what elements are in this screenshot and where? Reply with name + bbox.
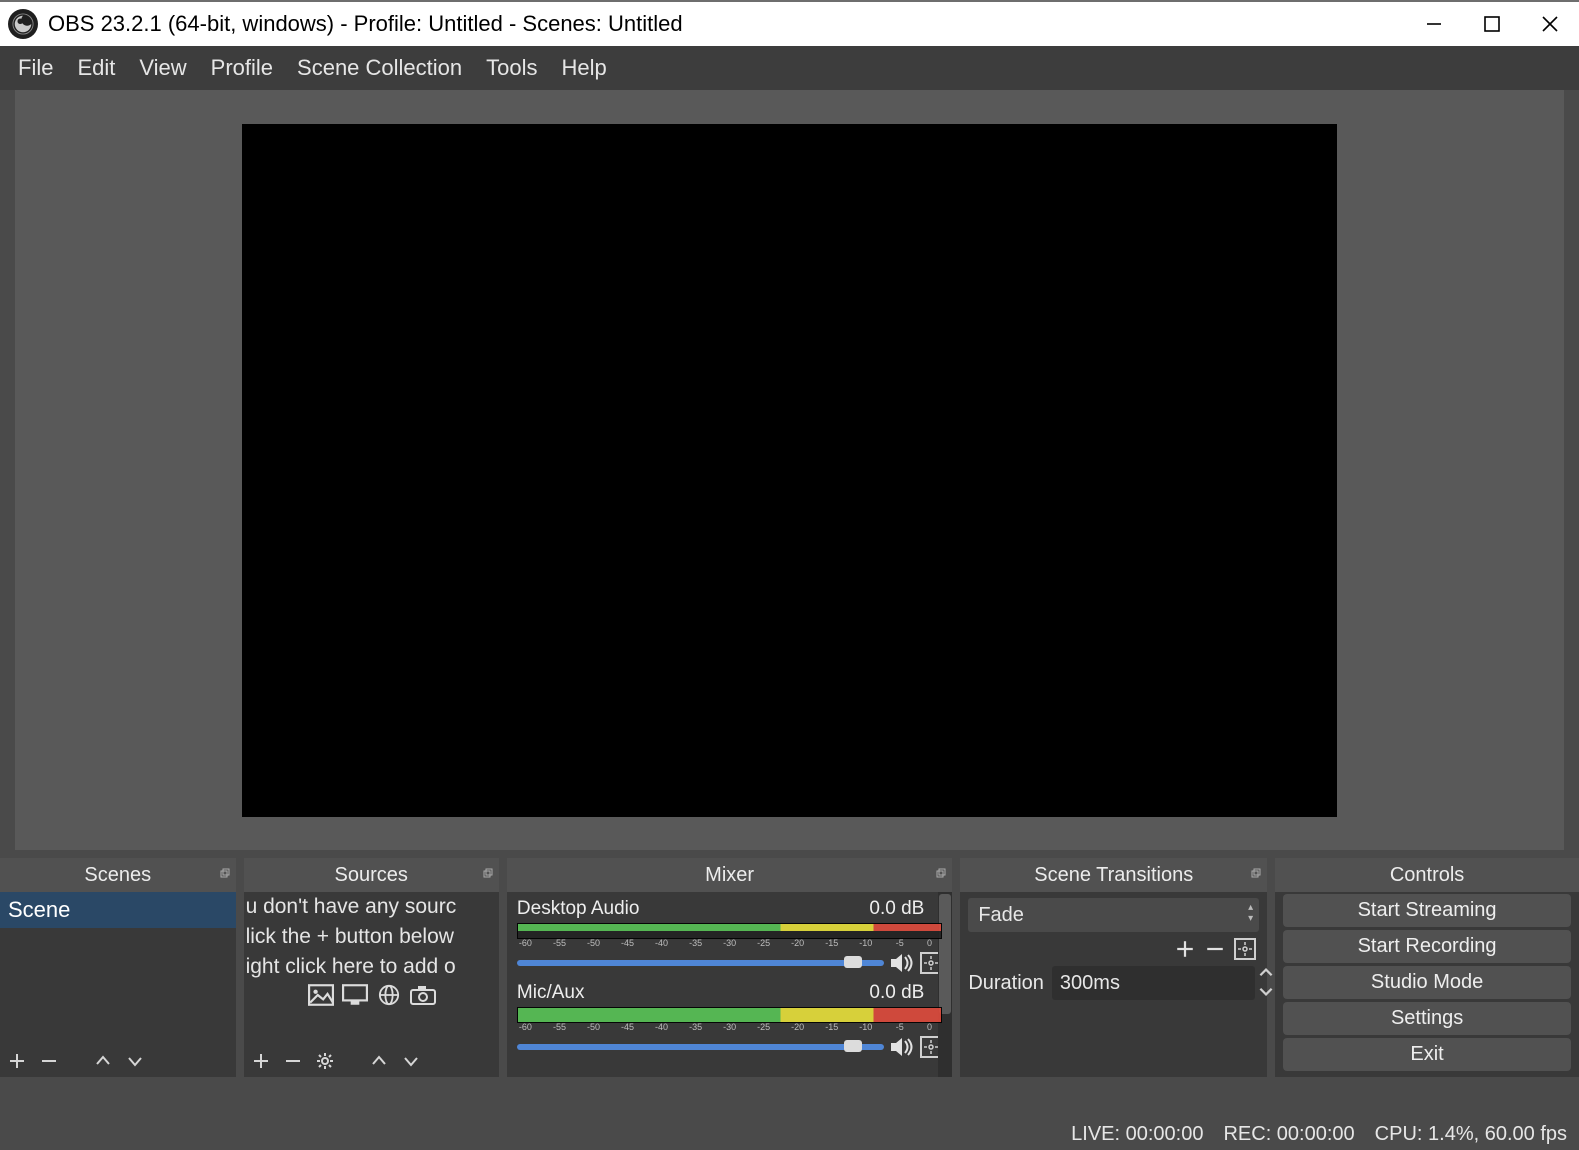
obs-app-icon — [8, 9, 38, 39]
mixer-track-name: Mic/Aux — [517, 982, 585, 1004]
mixer-level-meter — [517, 1007, 942, 1023]
transitions-panel: Scene Transitions Fade ▴▾ Duration 300ms — [960, 858, 1267, 1077]
mixer-track-name: Desktop Audio — [517, 898, 640, 920]
start-recording-button[interactable]: Start Recording — [1283, 930, 1571, 963]
spinbox-arrows[interactable] — [1257, 964, 1275, 1000]
scenes-panel-title: Scenes — [84, 864, 151, 887]
sources-toolbar — [244, 1045, 499, 1077]
title-bar: OBS 23.2.1 (64-bit, windows) - Profile: … — [0, 0, 1579, 46]
window-maximize-button[interactable] — [1463, 2, 1521, 46]
menu-item-view[interactable]: View — [127, 51, 198, 85]
window-minimize-button[interactable] — [1405, 2, 1463, 46]
mixer-body: Desktop Audio 0.0 dB -60-55-50-45-40-35-… — [507, 892, 952, 1077]
mixer-panel-header[interactable]: Mixer — [507, 858, 952, 892]
controls-panel: Controls Start Streaming Start Recording… — [1275, 858, 1579, 1077]
camera-source-icon — [410, 984, 436, 1006]
scene-move-up-button[interactable] — [92, 1050, 114, 1072]
status-rec: REC: 00:00:00 — [1223, 1123, 1354, 1146]
scene-add-button[interactable] — [6, 1050, 28, 1072]
source-type-icons — [246, 984, 499, 1006]
menu-item-profile[interactable]: Profile — [199, 51, 285, 85]
scenes-toolbar — [0, 1045, 236, 1077]
status-bar: LIVE: 00:00:00 REC: 00:00:00 CPU: 1.4%, … — [0, 1118, 1579, 1150]
scene-move-down-button[interactable] — [124, 1050, 146, 1072]
speaker-icon[interactable] — [890, 953, 914, 973]
transitions-panel-title: Scene Transitions — [1034, 864, 1193, 887]
sources-list-empty[interactable]: u don't have any sourc lick the + button… — [244, 892, 499, 1045]
speaker-icon[interactable] — [890, 1037, 914, 1057]
mixer-db-ticks: -60-55-50-45-40-35-30-25-20-15-10-50 — [517, 1023, 942, 1033]
sources-placeholder-line: lick the + button below — [246, 922, 499, 952]
detach-icon[interactable] — [220, 868, 230, 878]
duration-value: 300ms — [1060, 972, 1120, 995]
transition-properties-button[interactable] — [1234, 938, 1256, 960]
menu-item-edit[interactable]: Edit — [65, 51, 127, 85]
transition-add-button[interactable] — [1174, 938, 1196, 960]
source-move-up-button[interactable] — [368, 1050, 390, 1072]
mixer-track-db: 0.0 dB — [869, 898, 924, 920]
browser-source-icon — [376, 984, 402, 1006]
window-close-button[interactable] — [1521, 2, 1579, 46]
mixer-level-meter — [517, 923, 942, 939]
scene-remove-button[interactable] — [38, 1050, 60, 1072]
mixer-scrollbar[interactable] — [938, 892, 952, 1077]
status-cpu: CPU: 1.4%, 60.00 fps — [1375, 1123, 1567, 1146]
preview-container — [15, 90, 1564, 850]
sources-panel-header[interactable]: Sources — [244, 858, 499, 892]
scenes-list[interactable]: Scene — [0, 892, 236, 1045]
sources-placeholder-line: ight click here to add o — [246, 952, 499, 982]
source-move-down-button[interactable] — [400, 1050, 422, 1072]
preview-canvas[interactable] — [242, 124, 1337, 817]
controls-panel-title: Controls — [1390, 864, 1464, 887]
detach-icon[interactable] — [936, 868, 946, 878]
detach-icon[interactable] — [483, 868, 493, 878]
menu-bar: File Edit View Profile Scene Collection … — [0, 46, 1579, 90]
image-source-icon — [308, 984, 334, 1006]
duration-label: Duration — [968, 972, 1044, 995]
source-properties-button[interactable] — [314, 1050, 336, 1072]
mixer-panel-title: Mixer — [705, 864, 754, 887]
source-remove-button[interactable] — [282, 1050, 304, 1072]
mixer-volume-slider[interactable] — [517, 960, 884, 966]
duration-spinbox[interactable]: 300ms — [1052, 966, 1255, 1000]
scene-item[interactable]: Scene — [0, 892, 236, 928]
mixer-track-db: 0.0 dB — [869, 982, 924, 1004]
mixer-db-ticks: -60-55-50-45-40-35-30-25-20-15-10-50 — [517, 939, 942, 949]
window-title: OBS 23.2.1 (64-bit, windows) - Profile: … — [48, 11, 1405, 37]
settings-button[interactable]: Settings — [1283, 1002, 1571, 1035]
mixer-track-desktop-audio: Desktop Audio 0.0 dB -60-55-50-45-40-35-… — [517, 898, 942, 974]
sources-panel-title: Sources — [335, 864, 408, 887]
transitions-body: Fade ▴▾ Duration 300ms — [960, 892, 1267, 1077]
exit-button[interactable]: Exit — [1283, 1038, 1571, 1071]
display-source-icon — [342, 984, 368, 1006]
transition-remove-button[interactable] — [1204, 938, 1226, 960]
controls-panel-header[interactable]: Controls — [1275, 858, 1579, 892]
detach-icon[interactable] — [1251, 868, 1261, 878]
mixer-track-mic-aux: Mic/Aux 0.0 dB -60-55-50-45-40-35-30-25-… — [517, 982, 942, 1058]
scenes-panel-header[interactable]: Scenes — [0, 858, 236, 892]
status-live: LIVE: 00:00:00 — [1071, 1123, 1203, 1146]
chevron-up-down-icon: ▴▾ — [1248, 902, 1253, 924]
sources-placeholder-line: u don't have any sourc — [246, 892, 499, 922]
menu-item-file[interactable]: File — [6, 51, 65, 85]
transition-select[interactable]: Fade ▴▾ — [968, 898, 1259, 932]
controls-body: Start Streaming Start Recording Studio M… — [1275, 892, 1579, 1077]
scenes-panel: Scenes Scene — [0, 858, 236, 1077]
start-streaming-button[interactable]: Start Streaming — [1283, 894, 1571, 927]
dock-row: Scenes Scene Sources u don't have any so… — [0, 850, 1579, 1077]
menu-item-help[interactable]: Help — [550, 51, 619, 85]
sources-panel: Sources u don't have any sourc lick the … — [244, 858, 499, 1077]
source-add-button[interactable] — [250, 1050, 272, 1072]
mixer-volume-slider[interactable] — [517, 1044, 884, 1050]
studio-mode-button[interactable]: Studio Mode — [1283, 966, 1571, 999]
mixer-panel: Mixer Desktop Audio 0.0 dB -60-55-50-45-… — [507, 858, 952, 1077]
transition-select-value: Fade — [978, 904, 1024, 927]
transitions-panel-header[interactable]: Scene Transitions — [960, 858, 1267, 892]
menu-item-scene-collection[interactable]: Scene Collection — [285, 51, 474, 85]
menu-item-tools[interactable]: Tools — [474, 51, 549, 85]
